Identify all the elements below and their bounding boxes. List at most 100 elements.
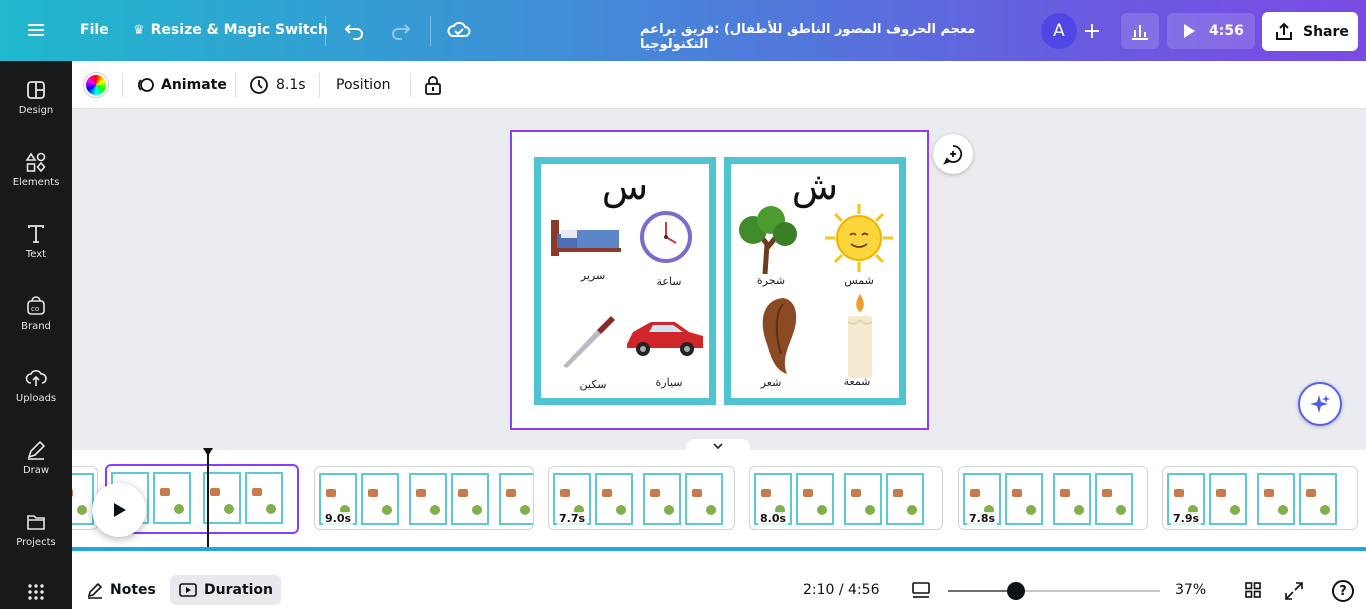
sidebar-item-elements[interactable]: Elements (0, 151, 72, 188)
mini-card (72, 473, 94, 525)
play-time: 4:56 (1209, 23, 1244, 39)
thumbnail-duration: 8.0s (758, 512, 789, 525)
timeline-thumbnail[interactable]: 7.8s (958, 466, 1148, 530)
apps-grid-icon[interactable] (0, 583, 72, 605)
add-comment-button[interactable] (933, 134, 973, 174)
mini-card (245, 472, 283, 524)
zoom-slider-fill (948, 590, 1017, 592)
letter-card-seen[interactable]: س سرير ساعة سكين سيارة (534, 157, 716, 405)
word-label: شمعة (827, 375, 887, 388)
clock-illustration (640, 211, 692, 263)
page-view-toggle[interactable] (910, 581, 932, 599)
thumbnail-duration: 7.8s (967, 512, 998, 525)
page-timeline: 9.0s 7.7s 8.0s 7.8s 7.9s (72, 447, 1366, 550)
card-inner: ش شجرة شمس شعر شمعة (731, 164, 899, 398)
time-readout: 2:10 / 4:56 (803, 582, 880, 598)
playhead-marker-icon[interactable] (202, 447, 214, 457)
candle-illustration (847, 294, 873, 378)
word-label: سرير (563, 269, 623, 282)
tree-illustration (739, 206, 797, 275)
sidebar-item-draw[interactable]: Draw (0, 439, 72, 476)
elements-icon (25, 152, 46, 173)
color-picker-button[interactable] (84, 61, 108, 109)
svg-text:co: co (31, 305, 39, 313)
word-label: سكين (563, 378, 623, 391)
redo-icon[interactable] (390, 20, 412, 40)
top-bar: File ♛ Resize & Magic Switch معجم الحروف… (0, 0, 1366, 61)
duration-button[interactable]: Duration (170, 575, 282, 605)
word-label: شجرة (741, 274, 801, 287)
sidebar-item-projects[interactable]: Projects (0, 511, 72, 548)
grid-view-icon[interactable] (1244, 581, 1262, 599)
animate-icon (138, 78, 154, 92)
sidebar-item-text[interactable]: Text (0, 223, 72, 260)
thumbnail-duration: 7.9s (1171, 512, 1202, 525)
pencil-notes-icon (87, 582, 103, 599)
left-sidebar: Design Elements Text co Brand Uploads Dr… (0, 61, 72, 609)
car-illustration (627, 322, 703, 356)
design-icon (27, 81, 45, 99)
timer-icon (179, 583, 197, 597)
magic-assistant-button[interactable] (1298, 382, 1342, 426)
mini-card (153, 472, 191, 524)
position-button[interactable]: Position (336, 61, 391, 109)
resize-magic-switch-button[interactable]: ♛ Resize & Magic Switch (133, 22, 328, 38)
menu-icon[interactable] (26, 20, 46, 40)
notes-button[interactable]: Notes (86, 581, 156, 599)
word-label: شمس (829, 274, 889, 287)
duration-value: 8.1s (276, 77, 306, 93)
share-label: Share (1303, 23, 1349, 40)
sun-illustration (825, 204, 893, 272)
undo-icon[interactable] (343, 20, 365, 40)
letter-card-sheen[interactable]: ش شجرة شمس شعر شمعة (724, 157, 906, 405)
insights-button[interactable] (1121, 13, 1159, 49)
timeline-play-button[interactable] (92, 483, 146, 537)
timeline-thumbnail[interactable]: 8.0s (749, 466, 943, 530)
plus-icon: + (1082, 18, 1102, 44)
zoom-percent[interactable]: 37% (1175, 582, 1206, 598)
present-play-button[interactable]: 4:56 (1167, 13, 1255, 49)
canva-editor: File ♛ Resize & Magic Switch معجم الحروف… (0, 0, 1366, 609)
add-collaborator-button[interactable]: + (1075, 13, 1109, 49)
share-icon (1276, 22, 1292, 40)
knife-illustration (563, 316, 615, 368)
sidebar-label: Text (25, 249, 47, 260)
sidebar-label: Elements (12, 177, 60, 188)
cloud-saved-icon[interactable] (447, 20, 471, 40)
playhead[interactable] (207, 450, 209, 550)
play-icon (114, 503, 126, 517)
sidebar-item-uploads[interactable]: Uploads (0, 367, 72, 404)
thumbnail-duration: 7.7s (557, 512, 588, 525)
help-icon[interactable]: ? (1332, 580, 1354, 602)
sidebar-label: Uploads (15, 393, 57, 404)
slide-canvas[interactable]: س سرير ساعة سكين سيارة ش شجرة شمس شعر شم… (510, 130, 929, 430)
text-icon (28, 225, 44, 243)
card-inner: س سرير ساعة سكين سيارة (541, 164, 709, 398)
lock-icon[interactable] (424, 61, 442, 109)
draw-icon (27, 440, 46, 460)
timing-button[interactable]: 8.1s (249, 61, 306, 109)
timeline-thumbnail[interactable]: 9.0s (314, 466, 534, 530)
comment-plus-icon (943, 145, 963, 165)
sidebar-item-design[interactable]: Design (0, 79, 72, 116)
clock-icon (250, 76, 268, 94)
zoom-slider-handle[interactable] (1007, 582, 1026, 600)
bar-chart-icon (1132, 25, 1148, 40)
avatar[interactable]: A (1041, 13, 1077, 49)
pages-icon (912, 582, 930, 598)
file-menu[interactable]: File (80, 22, 109, 38)
share-button[interactable]: Share (1262, 12, 1358, 51)
timeline-thumbnail[interactable]: 7.7s (548, 466, 735, 530)
fullscreen-icon[interactable] (1284, 581, 1304, 601)
animate-button[interactable]: Animate (135, 61, 227, 109)
bottom-bar: Notes Duration 2:10 / 4:56 37% ? (72, 551, 1366, 609)
sidebar-label: Design (18, 105, 54, 116)
hair-illustration (762, 298, 797, 374)
timeline-thumbnail[interactable]: 7.9s (1162, 466, 1358, 530)
sidebar-label: Brand (21, 321, 51, 332)
sidebar-item-brand[interactable]: co Brand (0, 295, 72, 332)
play-icon (1184, 24, 1195, 38)
resize-label: Resize & Magic Switch (150, 22, 328, 38)
document-title[interactable]: معجم الحروف المصور الناطق للأطفال) :فريق… (640, 22, 1015, 52)
word-label: سيارة (639, 376, 699, 389)
